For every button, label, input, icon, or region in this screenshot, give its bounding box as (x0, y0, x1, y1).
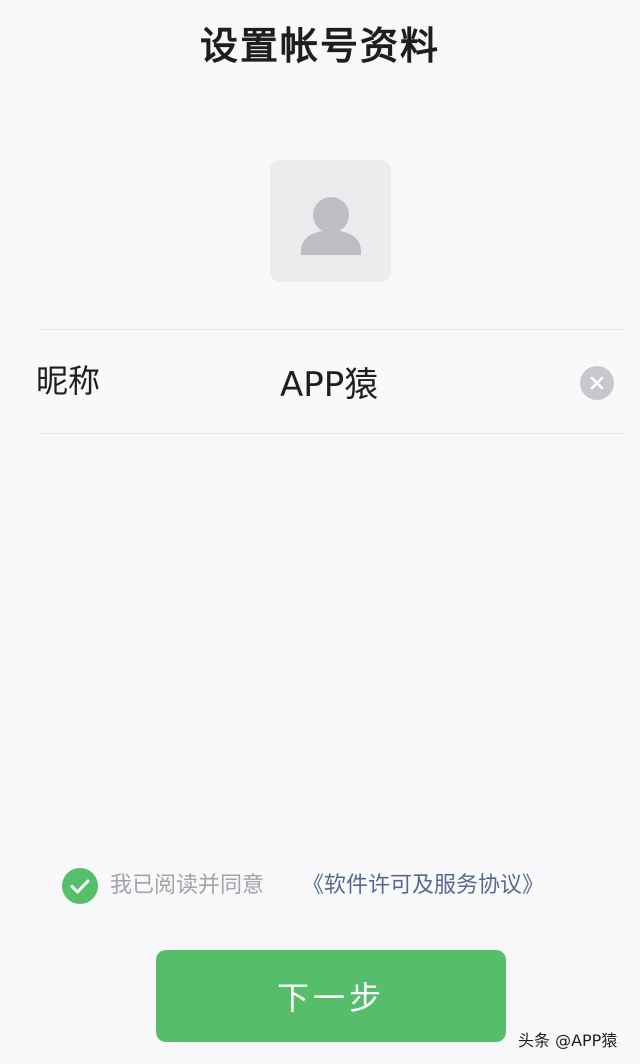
nickname-input[interactable] (280, 356, 560, 406)
agreement-row: 我已阅读并同意 《软件许可及服务协议》 (62, 866, 622, 906)
agreement-checkbox[interactable] (62, 868, 98, 904)
watermark: 头条 @APP猿 (518, 1031, 618, 1050)
avatar[interactable] (270, 160, 391, 282)
page-title: 设置帐号资料 (199, 24, 440, 68)
check-icon (70, 879, 90, 894)
clear-icon (590, 376, 604, 390)
divider-top (40, 329, 624, 330)
divider-bottom (40, 433, 624, 434)
agreement-text: 我已阅读并同意 (110, 873, 265, 898)
next-button[interactable]: 下一步 (156, 950, 506, 1042)
clear-button[interactable] (580, 366, 614, 400)
agreement-link[interactable]: 《软件许可及服务协议》 (302, 870, 544, 902)
nickname-label: 昵称 (36, 362, 101, 400)
user-avatar-icon (301, 197, 361, 255)
